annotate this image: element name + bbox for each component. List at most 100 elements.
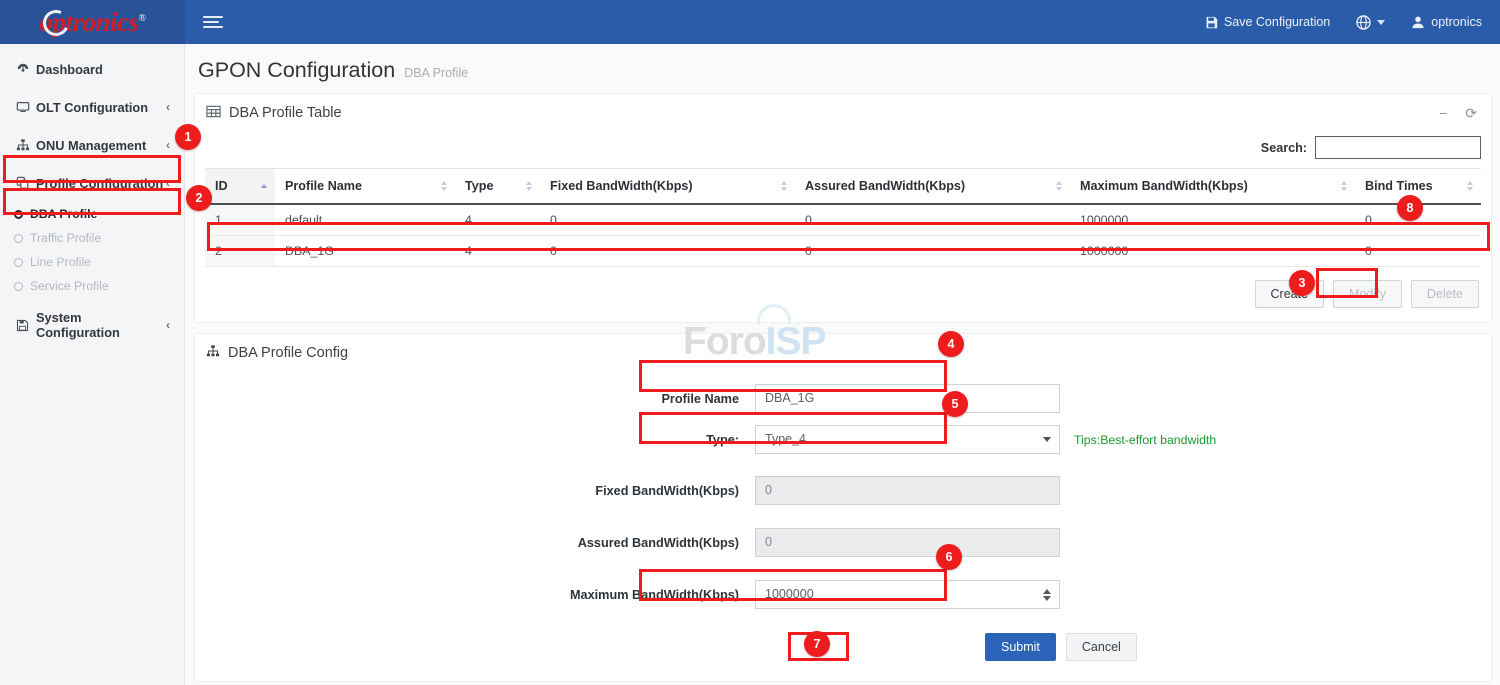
- form-row-profile-name: Profile Name DBA_1G: [195, 384, 1491, 413]
- circle-icon: [14, 258, 30, 267]
- refresh-icon[interactable]: ⟳: [1465, 106, 1477, 120]
- column-label: Profile Name: [285, 179, 362, 193]
- cell-profile-name: default: [275, 204, 455, 236]
- sort-icon: [526, 181, 532, 191]
- type-tip-text: Tips:Best-effort bandwidth: [1074, 433, 1216, 447]
- sidebar-item-system-configuration[interactable]: System Configuration ‹: [0, 306, 184, 344]
- main-content: GPON Configuration DBA Profile DBA Profi…: [185, 44, 1500, 685]
- sidebar-sub-label: Line Profile: [30, 255, 91, 269]
- column-label: Fixed BandWidth(Kbps): [550, 179, 693, 193]
- user-icon: [1411, 15, 1425, 29]
- sidebar-item-label: Dashboard: [36, 62, 170, 77]
- sidebar-item-onu-management[interactable]: ONU Management ‹: [0, 126, 184, 164]
- sort-icon: [1341, 181, 1347, 191]
- assured-bandwidth-input[interactable]: 0: [755, 528, 1060, 557]
- dba-profile-config-card: DBA Profile Config Profile Name DBA_1G T…: [194, 333, 1492, 682]
- profile-name-label: Profile Name: [195, 392, 755, 406]
- globe-icon: [1356, 15, 1371, 30]
- user-menu[interactable]: optronics: [1411, 15, 1482, 29]
- column-header-id[interactable]: ID: [205, 169, 275, 205]
- page-header: GPON Configuration DBA Profile: [185, 44, 1500, 93]
- sort-icon: [1467, 181, 1473, 191]
- circle-icon: [14, 234, 30, 243]
- page-title: GPON Configuration: [198, 58, 395, 83]
- column-header-type[interactable]: Type: [455, 169, 540, 205]
- form-row-assured-bandwidth: Assured BandWidth(Kbps) 0: [195, 528, 1491, 557]
- cell-fixed-bandwidth: 0: [540, 204, 795, 236]
- column-label: ID: [215, 179, 228, 193]
- sidebar-navigation: Dashboard OLT Configuration ‹ ONU Manage…: [0, 44, 185, 685]
- sidebar-item-dba-profile[interactable]: DBA Profile: [0, 202, 184, 226]
- chevron-left-icon: ‹: [166, 138, 170, 152]
- dashboard-icon: [16, 62, 36, 76]
- search-input[interactable]: [1315, 136, 1481, 159]
- user-name-label: optronics: [1431, 15, 1482, 29]
- sidebar-item-label: Profile Configuration: [36, 176, 166, 191]
- copy-icon: [16, 176, 36, 190]
- column-label: Maximum BandWidth(Kbps): [1080, 179, 1248, 193]
- number-stepper-icon[interactable]: [1043, 589, 1051, 601]
- cell-maximum-bandwidth: 1000000: [1070, 204, 1355, 236]
- sitemap-icon: [206, 344, 220, 362]
- delete-button[interactable]: Delete: [1411, 280, 1479, 308]
- table-row[interactable]: 2 DBA_1G 4 0 0 1000000 0: [205, 236, 1481, 267]
- form-actions: Submit Cancel: [195, 633, 1491, 661]
- create-button[interactable]: Create: [1255, 280, 1325, 308]
- sidebar-item-service-profile[interactable]: Service Profile: [0, 274, 184, 298]
- table-header-row: ID Profile Name Type Fixed BandWidt: [205, 169, 1481, 205]
- cell-maximum-bandwidth: 1000000: [1070, 236, 1355, 267]
- save-configuration-button[interactable]: Save Configuration: [1205, 15, 1330, 29]
- dba-profile-table-card: DBA Profile Table − ⟳ Search: ID: [194, 93, 1492, 323]
- submit-button[interactable]: Submit: [985, 633, 1056, 661]
- column-header-fixed-bandwidth[interactable]: Fixed BandWidth(Kbps): [540, 169, 795, 205]
- monitor-icon: [16, 100, 36, 114]
- cancel-button[interactable]: Cancel: [1066, 633, 1137, 661]
- circle-icon: [14, 210, 30, 219]
- sidebar-item-profile-configuration[interactable]: Profile Configuration ‹: [0, 164, 184, 202]
- sort-icon: [1056, 181, 1062, 191]
- chevron-left-icon: ‹: [166, 318, 170, 332]
- brand-logo[interactable]: optronics®: [0, 0, 185, 44]
- sidebar-item-label: System Configuration: [36, 310, 166, 340]
- card-header: DBA Profile Table − ⟳: [195, 94, 1491, 132]
- cell-type: 4: [455, 204, 540, 236]
- cell-assured-bandwidth: 0: [795, 236, 1070, 267]
- column-header-assured-bandwidth[interactable]: Assured BandWidth(Kbps): [795, 169, 1070, 205]
- save-configuration-label: Save Configuration: [1224, 15, 1330, 29]
- maximum-bandwidth-value: 1000000: [765, 581, 814, 608]
- sort-icon: [441, 181, 447, 191]
- column-header-profile-name[interactable]: Profile Name: [275, 169, 455, 205]
- hamburger-icon[interactable]: [203, 16, 223, 28]
- type-select[interactable]: Type_4: [755, 425, 1060, 454]
- form-row-fixed-bandwidth: Fixed BandWidth(Kbps) 0: [195, 476, 1491, 505]
- sidebar-item-traffic-profile[interactable]: Traffic Profile: [0, 226, 184, 250]
- sidebar-item-line-profile[interactable]: Line Profile: [0, 250, 184, 274]
- sidebar-sub-label: DBA Profile: [30, 207, 97, 221]
- chevron-down-icon: [1043, 437, 1051, 442]
- assured-bandwidth-label: Assured BandWidth(Kbps): [195, 536, 755, 550]
- minimize-icon[interactable]: −: [1439, 106, 1447, 120]
- chevron-left-icon: ‹: [166, 176, 170, 190]
- column-label: Bind Times: [1365, 179, 1433, 193]
- floppy-icon: [16, 319, 36, 332]
- cell-id: 2: [205, 236, 275, 267]
- sidebar-item-dashboard[interactable]: Dashboard: [0, 50, 184, 88]
- fixed-bandwidth-input[interactable]: 0: [755, 476, 1060, 505]
- sort-ascending-icon: [261, 184, 267, 188]
- maximum-bandwidth-input[interactable]: 1000000: [755, 580, 1060, 609]
- column-header-bind-times[interactable]: Bind Times: [1355, 169, 1481, 205]
- table-search: Search:: [195, 132, 1491, 168]
- cell-bind-times: 0: [1355, 204, 1481, 236]
- modify-button[interactable]: Modify: [1333, 280, 1402, 308]
- cell-type: 4: [455, 236, 540, 267]
- column-header-maximum-bandwidth[interactable]: Maximum BandWidth(Kbps): [1070, 169, 1355, 205]
- type-selected-value: Type_4: [765, 426, 806, 453]
- application-window: optronics® Save Configuration: [0, 0, 1500, 685]
- sidebar-item-olt-configuration[interactable]: OLT Configuration ‹: [0, 88, 184, 126]
- type-label: Type:: [195, 433, 755, 447]
- table-row[interactable]: 1 default 4 0 0 1000000 0: [205, 204, 1481, 236]
- search-label: Search:: [1261, 141, 1307, 155]
- language-selector[interactable]: [1356, 15, 1385, 30]
- profile-name-input[interactable]: DBA_1G: [755, 384, 1060, 413]
- sidebar-item-label: ONU Management: [36, 138, 166, 153]
